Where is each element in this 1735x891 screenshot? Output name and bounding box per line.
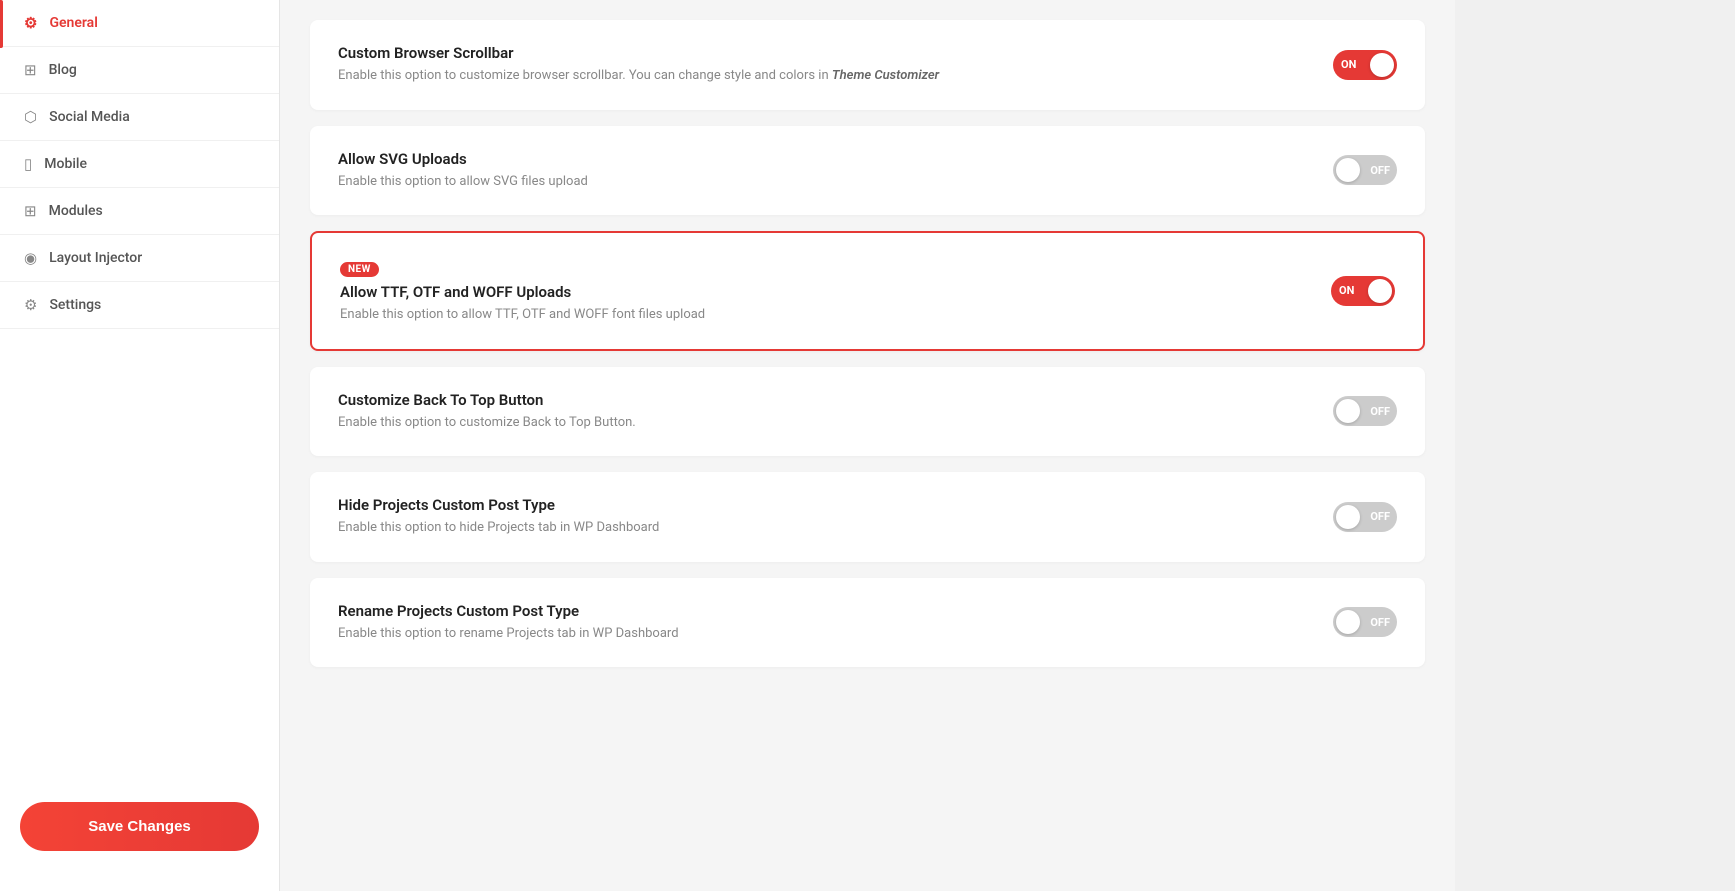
toggle-wrapper: OFF bbox=[1333, 155, 1397, 185]
sidebar-item-mobile[interactable]: ▯ Mobile bbox=[0, 141, 279, 188]
setting-card-hide-projects-cpt: Hide Projects Custom Post Type Enable th… bbox=[310, 472, 1425, 562]
toggle-wrapper: ON bbox=[1333, 50, 1397, 80]
setting-title: Custom Browser Scrollbar bbox=[338, 44, 1333, 62]
setting-card-allow-ttf-otf-woff: NEW Allow TTF, OTF and WOFF Uploads Enab… bbox=[310, 231, 1425, 351]
sidebar: ⚙ General ⊞ Blog ⬡ Social Media ▯ Mobile… bbox=[0, 0, 280, 891]
sidebar-item-blog[interactable]: ⊞ Blog bbox=[0, 47, 279, 94]
toggle-knob bbox=[1336, 505, 1360, 529]
setting-title: Rename Projects Custom Post Type bbox=[338, 602, 1333, 620]
social-icon: ⬡ bbox=[24, 108, 37, 126]
toggle-knob bbox=[1336, 399, 1360, 423]
setting-info: NEW Allow TTF, OTF and WOFF Uploads Enab… bbox=[340, 257, 1331, 325]
toggle-rename-projects-cpt[interactable]: OFF bbox=[1333, 607, 1397, 637]
setting-info: Rename Projects Custom Post Type Enable … bbox=[338, 602, 1333, 644]
sidebar-item-label: Layout Injector bbox=[49, 250, 142, 266]
setting-desc: Enable this option to customize Back to … bbox=[338, 413, 1333, 433]
main-content: Custom Browser Scrollbar Enable this opt… bbox=[280, 0, 1455, 891]
setting-desc: Enable this option to rename Projects ta… bbox=[338, 624, 1333, 644]
toggle-knob bbox=[1368, 279, 1392, 303]
toggle-custom-browser-scrollbar[interactable]: ON bbox=[1333, 50, 1397, 80]
setting-card-rename-projects-cpt: Rename Projects Custom Post Type Enable … bbox=[310, 578, 1425, 668]
settings-icon: ⚙ bbox=[24, 296, 37, 314]
toggle-label: ON bbox=[1339, 284, 1354, 297]
toggle-label: OFF bbox=[1370, 616, 1390, 629]
setting-title: Customize Back To Top Button bbox=[338, 391, 1333, 409]
setting-info: Allow SVG Uploads Enable this option to … bbox=[338, 150, 1333, 192]
sidebar-item-layout-injector[interactable]: ◉ Layout Injector bbox=[0, 235, 279, 282]
toggle-wrapper: OFF bbox=[1333, 396, 1397, 426]
sidebar-item-label: Blog bbox=[49, 62, 77, 78]
new-badge: NEW bbox=[340, 262, 379, 277]
sidebar-item-label: Mobile bbox=[44, 156, 87, 172]
setting-card-allow-svg-uploads: Allow SVG Uploads Enable this option to … bbox=[310, 126, 1425, 216]
sidebar-item-general[interactable]: ⚙ General bbox=[0, 0, 279, 47]
sidebar-item-label: Modules bbox=[49, 203, 103, 219]
toggle-allow-ttf-otf-woff[interactable]: ON bbox=[1331, 276, 1395, 306]
toggle-hide-projects-cpt[interactable]: OFF bbox=[1333, 502, 1397, 532]
setting-desc: Enable this option to allow SVG files up… bbox=[338, 172, 1333, 192]
toggle-customize-back-to-top[interactable]: OFF bbox=[1333, 396, 1397, 426]
toggle-knob bbox=[1336, 610, 1360, 634]
setting-desc: Enable this option to customize browser … bbox=[338, 66, 1333, 86]
setting-card-customize-back-to-top: Customize Back To Top Button Enable this… bbox=[310, 367, 1425, 457]
right-panel bbox=[1455, 0, 1735, 891]
blog-icon: ⊞ bbox=[24, 61, 37, 79]
toggle-allow-svg-uploads[interactable]: OFF bbox=[1333, 155, 1397, 185]
setting-title: Hide Projects Custom Post Type bbox=[338, 496, 1333, 514]
sidebar-item-modules[interactable]: ⊞ Modules bbox=[0, 188, 279, 235]
sidebar-item-settings[interactable]: ⚙ Settings bbox=[0, 282, 279, 329]
sidebar-item-label: Social Media bbox=[49, 109, 130, 125]
mobile-icon: ▯ bbox=[24, 155, 32, 173]
gear-icon: ⚙ bbox=[24, 14, 37, 32]
setting-desc: Enable this option to allow TTF, OTF and… bbox=[340, 305, 1331, 325]
save-changes-button[interactable]: Save Changes bbox=[20, 802, 259, 851]
setting-title: Allow SVG Uploads bbox=[338, 150, 1333, 168]
toggle-knob bbox=[1336, 158, 1360, 182]
setting-info: Custom Browser Scrollbar Enable this opt… bbox=[338, 44, 1333, 86]
layout-icon: ◉ bbox=[24, 249, 37, 267]
toggle-label: OFF bbox=[1370, 164, 1390, 177]
active-indicator bbox=[0, 0, 3, 48]
toggle-label: OFF bbox=[1370, 405, 1390, 418]
setting-desc: Enable this option to hide Projects tab … bbox=[338, 518, 1333, 538]
sidebar-item-label: General bbox=[49, 15, 97, 31]
toggle-label: ON bbox=[1341, 58, 1356, 71]
toggle-wrapper: OFF bbox=[1333, 607, 1397, 637]
toggle-label: OFF bbox=[1370, 510, 1390, 523]
setting-info: Hide Projects Custom Post Type Enable th… bbox=[338, 496, 1333, 538]
setting-info: Customize Back To Top Button Enable this… bbox=[338, 391, 1333, 433]
setting-title: Allow TTF, OTF and WOFF Uploads bbox=[340, 283, 1331, 301]
sidebar-item-social-media[interactable]: ⬡ Social Media bbox=[0, 94, 279, 141]
setting-card-custom-browser-scrollbar: Custom Browser Scrollbar Enable this opt… bbox=[310, 20, 1425, 110]
sidebar-item-label: Settings bbox=[49, 297, 101, 313]
toggle-wrapper: OFF bbox=[1333, 502, 1397, 532]
toggle-knob bbox=[1370, 53, 1394, 77]
toggle-wrapper: ON bbox=[1331, 276, 1395, 306]
modules-icon: ⊞ bbox=[24, 202, 37, 220]
